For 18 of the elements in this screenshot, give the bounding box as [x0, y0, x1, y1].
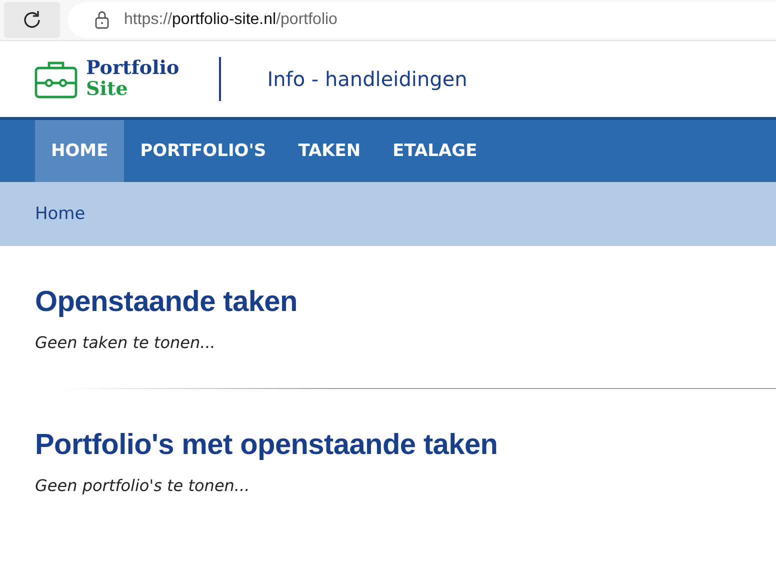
- nav-tab[interactable]: TAKEN: [282, 120, 377, 182]
- section-heading: Openstaande taken: [35, 286, 298, 319]
- url-text: https://portfolio-site.nl/portfolio: [124, 11, 338, 29]
- empty-message: Geen taken te tonen...: [35, 333, 216, 352]
- breadcrumb-link[interactable]: Home: [35, 204, 86, 224]
- logo-text: Portfolio: [86, 58, 180, 79]
- nav-tab[interactable]: PORTFOLIO'S: [124, 120, 282, 182]
- lock-icon: [94, 10, 110, 30]
- nav-tab[interactable]: ETALAGE: [376, 120, 494, 182]
- empty-message: Geen portfolio's te tonen...: [35, 476, 251, 495]
- reload-button[interactable]: [4, 2, 60, 38]
- address-bar[interactable]: https://portfolio-site.nl/portfolio: [68, 2, 776, 38]
- nav-tab[interactable]: HOME: [35, 120, 124, 182]
- site-title[interactable]: Info - handleidingen: [267, 67, 468, 91]
- section-heading: Portfolio's met openstaande taken: [35, 429, 499, 462]
- reload-icon: [21, 9, 43, 31]
- briefcase-icon: [34, 59, 78, 99]
- logo-text: Site: [86, 79, 129, 100]
